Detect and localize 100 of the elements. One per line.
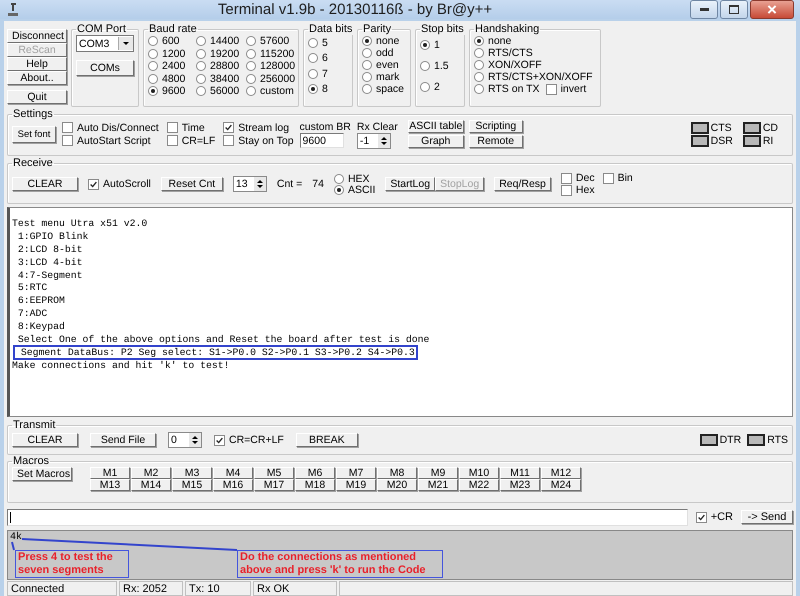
radio-button[interactable] bbox=[196, 61, 206, 72]
radio-button[interactable] bbox=[196, 36, 206, 46]
log-button[interactable]: StartLog bbox=[385, 177, 436, 191]
set-font-button[interactable]: Set font bbox=[12, 126, 56, 143]
radio-button[interactable] bbox=[196, 74, 206, 84]
macro-button[interactable]: M2 bbox=[131, 467, 171, 479]
macro-button[interactable]: M24 bbox=[541, 479, 581, 491]
count-spinbox[interactable]: 13 bbox=[232, 176, 267, 192]
macro-button[interactable]: M18 bbox=[295, 479, 335, 491]
radio-button[interactable] bbox=[474, 72, 484, 82]
checkbox[interactable] bbox=[696, 512, 707, 522]
checkbox[interactable] bbox=[223, 135, 234, 146]
radio-button[interactable] bbox=[420, 60, 430, 71]
macro-button[interactable]: M12 bbox=[541, 467, 581, 479]
macro-button[interactable]: M10 bbox=[459, 467, 499, 479]
macro-button[interactable]: M15 bbox=[172, 479, 212, 491]
macro-button[interactable]: M8 bbox=[377, 467, 417, 479]
settings-button[interactable]: Scripting bbox=[468, 120, 523, 133]
coms-button[interactable]: COMs bbox=[76, 60, 134, 76]
toolbar-button[interactable]: Quit bbox=[7, 90, 67, 104]
checkbox[interactable] bbox=[166, 122, 178, 133]
radio-button[interactable] bbox=[148, 86, 158, 96]
radio-button[interactable] bbox=[308, 68, 318, 79]
macro-button[interactable]: M23 bbox=[500, 479, 540, 491]
transmit-spinbox[interactable]: 0 bbox=[168, 432, 202, 448]
radio-button[interactable] bbox=[474, 48, 484, 58]
radio-button[interactable] bbox=[308, 84, 318, 94]
clear-button[interactable]: CLEAR bbox=[12, 433, 78, 447]
minimize-button[interactable] bbox=[690, 0, 718, 19]
settings-button[interactable]: Graph bbox=[408, 135, 464, 148]
settings-button[interactable]: Remote bbox=[468, 135, 523, 148]
radio-button[interactable] bbox=[246, 48, 256, 59]
macro-button[interactable]: M20 bbox=[377, 479, 417, 491]
radio-button[interactable] bbox=[334, 174, 344, 184]
checkbox[interactable] bbox=[88, 178, 99, 190]
toolbar-button[interactable]: Help bbox=[7, 57, 67, 71]
custom-br-field[interactable]: 9600 bbox=[300, 133, 344, 148]
terminal-line: 4:7-Segment bbox=[16, 268, 84, 283]
radio-button[interactable] bbox=[148, 61, 158, 72]
macro-button[interactable]: M1 bbox=[90, 467, 130, 479]
clear-button[interactable]: CLEAR bbox=[12, 177, 78, 191]
radio-button[interactable] bbox=[148, 36, 158, 46]
port-dropdown[interactable]: COM3 bbox=[76, 35, 134, 52]
settings-button[interactable]: ASCII table bbox=[408, 120, 464, 133]
toolbar-button[interactable]: About.. bbox=[7, 71, 67, 85]
req-resp-button[interactable]: Req/Resp bbox=[494, 177, 551, 191]
close-button[interactable] bbox=[750, 0, 794, 19]
radio-button[interactable] bbox=[246, 61, 256, 72]
macro-button[interactable]: M14 bbox=[131, 479, 171, 491]
checkbox[interactable] bbox=[546, 84, 557, 94]
maximize-button[interactable] bbox=[720, 0, 748, 19]
radio-button[interactable] bbox=[148, 74, 158, 84]
radio-button[interactable] bbox=[246, 86, 256, 96]
macro-button[interactable]: M11 bbox=[500, 467, 540, 479]
radio-button[interactable] bbox=[362, 36, 372, 46]
checkbox[interactable] bbox=[166, 135, 178, 146]
radio-button[interactable] bbox=[474, 60, 484, 70]
reset-count-button[interactable]: Reset Cnt bbox=[160, 177, 223, 191]
radio-button[interactable] bbox=[246, 36, 256, 46]
macro-button[interactable]: M3 bbox=[172, 467, 212, 479]
macro-button[interactable]: M16 bbox=[213, 479, 253, 491]
checkbox[interactable] bbox=[62, 122, 73, 133]
toolbar-button[interactable]: Disconnect bbox=[7, 29, 67, 43]
macro-button[interactable]: M7 bbox=[336, 467, 376, 479]
radio-button[interactable] bbox=[420, 82, 430, 92]
checkbox[interactable] bbox=[602, 172, 614, 184]
macro-button[interactable]: M22 bbox=[459, 479, 499, 491]
radio-button[interactable] bbox=[362, 84, 372, 94]
radio-button[interactable] bbox=[308, 38, 318, 48]
send-file-button[interactable]: Send File bbox=[90, 433, 156, 447]
break-button[interactable]: BREAK bbox=[296, 433, 358, 447]
radio-button[interactable] bbox=[362, 72, 372, 82]
send-button[interactable]: -> Send bbox=[741, 510, 793, 524]
checkbox[interactable] bbox=[214, 434, 225, 446]
macro-button[interactable]: M6 bbox=[295, 467, 335, 479]
macro-button[interactable]: M9 bbox=[418, 467, 458, 479]
radio-button[interactable] bbox=[420, 40, 430, 50]
checkbox[interactable] bbox=[223, 122, 234, 133]
radio-button[interactable] bbox=[362, 48, 372, 58]
set-macros-button[interactable]: Set Macros bbox=[12, 467, 72, 481]
radio-button[interactable] bbox=[308, 53, 318, 64]
radio-button[interactable] bbox=[334, 184, 344, 194]
macro-button[interactable]: M5 bbox=[254, 467, 294, 479]
checkbox[interactable] bbox=[560, 172, 572, 184]
macro-button[interactable]: M21 bbox=[418, 479, 458, 491]
radio-button[interactable] bbox=[474, 84, 484, 94]
send-input-field[interactable] bbox=[7, 508, 688, 526]
radio-button[interactable] bbox=[196, 86, 206, 96]
radio-button[interactable] bbox=[246, 74, 256, 84]
macro-button[interactable]: M19 bbox=[336, 479, 376, 491]
radio-button[interactable] bbox=[148, 48, 158, 59]
checkbox[interactable] bbox=[560, 184, 572, 196]
macro-button[interactable]: M17 bbox=[254, 479, 294, 491]
radio-button[interactable] bbox=[362, 60, 372, 70]
macro-button[interactable]: M13 bbox=[90, 479, 130, 491]
checkbox[interactable] bbox=[62, 135, 73, 146]
macro-button[interactable]: M4 bbox=[213, 467, 253, 479]
radio-button[interactable] bbox=[474, 36, 484, 46]
radio-button[interactable] bbox=[196, 48, 206, 59]
rx-clear-spinbox[interactable]: -1 bbox=[356, 132, 391, 148]
